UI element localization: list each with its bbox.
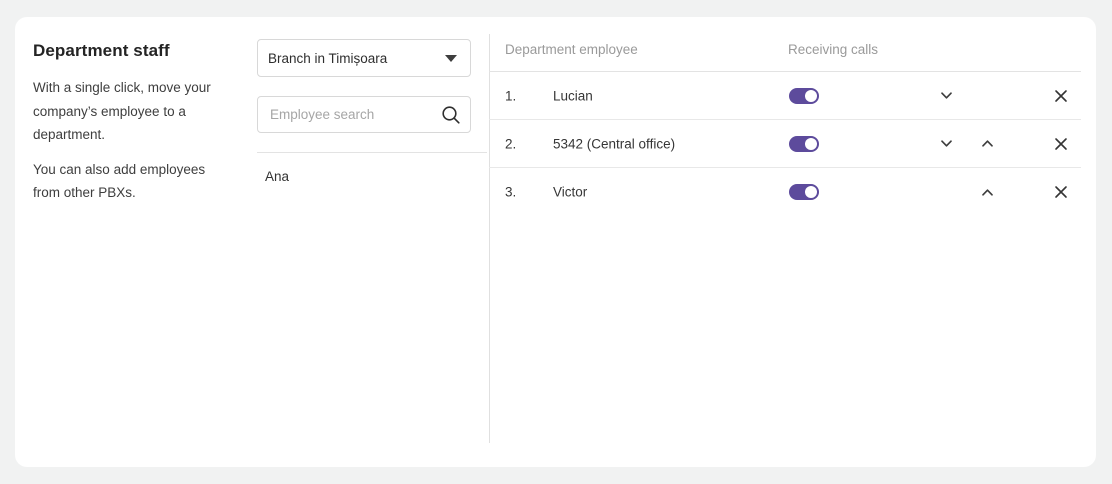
- remove-employee-button[interactable]: [1043, 126, 1079, 162]
- chevron-down-icon: [938, 135, 955, 152]
- department-staff-card: Department staff With a single click, mo…: [15, 17, 1096, 467]
- caret-down-icon: [445, 55, 457, 62]
- toggle-knob: [805, 186, 817, 198]
- picker-divider: [257, 152, 487, 153]
- row-index: 1.: [505, 88, 516, 103]
- description-paragraph-1: With a single click, move your company’s…: [33, 76, 231, 147]
- move-up-button[interactable]: [969, 126, 1005, 162]
- remove-employee-button[interactable]: [1043, 78, 1079, 114]
- branch-dropdown-value: Branch in Timișoara: [268, 51, 387, 66]
- staff-table: Department employee Receiving calls 1. L…: [489, 17, 1081, 216]
- chevron-up-icon: [979, 184, 996, 201]
- toggle-knob: [805, 90, 817, 102]
- close-icon: [1053, 136, 1069, 152]
- row-index: 3.: [505, 185, 516, 200]
- employee-picker: Branch in Timișoara: [257, 39, 471, 133]
- staff-table-rows: 1. Lucian: [489, 72, 1081, 216]
- table-row: 1. Lucian: [489, 72, 1081, 120]
- available-employee-name: Ana: [265, 169, 289, 184]
- row-name: Lucian: [553, 88, 593, 103]
- column-header-department-employee: Department employee: [505, 42, 638, 57]
- remove-employee-button[interactable]: [1043, 174, 1079, 210]
- available-employee-list: Ana: [257, 160, 471, 193]
- row-index: 2.: [505, 136, 516, 151]
- chevron-up-icon: [979, 135, 996, 152]
- row-name: Victor: [553, 185, 587, 200]
- row-name: 5342 (Central office): [553, 136, 675, 151]
- staff-table-header: Department employee Receiving calls: [489, 17, 1081, 72]
- search-icon: [440, 104, 462, 126]
- toggle-knob: [805, 138, 817, 150]
- available-employee-item[interactable]: Ana: [257, 160, 471, 193]
- branch-dropdown[interactable]: Branch in Timișoara: [257, 39, 471, 77]
- employee-search-input[interactable]: [268, 106, 440, 123]
- left-panel: Department staff With a single click, mo…: [33, 41, 237, 216]
- description-paragraph-2: You can also add employees from other PB…: [33, 158, 231, 205]
- receiving-calls-toggle[interactable]: [789, 136, 819, 152]
- close-icon: [1053, 88, 1069, 104]
- receiving-calls-toggle[interactable]: [789, 88, 819, 104]
- close-icon: [1053, 184, 1069, 200]
- page-title: Department staff: [33, 41, 237, 61]
- move-down-button[interactable]: [928, 126, 964, 162]
- column-header-receiving-calls: Receiving calls: [788, 42, 878, 57]
- table-row: 2. 5342 (Central office): [489, 120, 1081, 168]
- chevron-down-icon: [938, 87, 955, 104]
- table-row: 3. Victor: [489, 168, 1081, 216]
- move-up-button[interactable]: [969, 174, 1005, 210]
- employee-search: [257, 96, 471, 133]
- move-down-button[interactable]: [928, 78, 964, 114]
- receiving-calls-toggle[interactable]: [789, 184, 819, 200]
